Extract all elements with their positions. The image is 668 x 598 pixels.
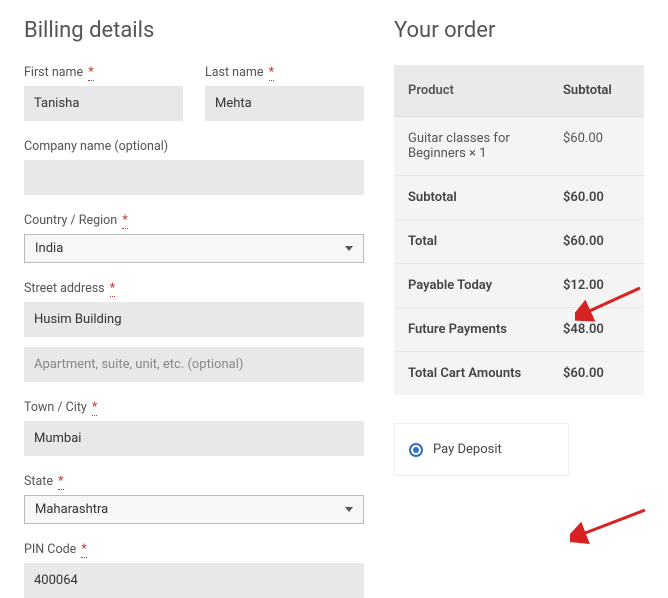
table-header: Product Subtotal: [394, 65, 644, 117]
city-label: Town / City *: [24, 400, 364, 415]
first-name-label: First name *: [24, 65, 183, 80]
chevron-down-icon: [345, 507, 353, 512]
order-table: Product Subtotal Guitar classes for Begi…: [394, 65, 644, 395]
street1-input[interactable]: [24, 302, 364, 337]
city-input[interactable]: [24, 421, 364, 456]
required-mark: *: [88, 65, 93, 81]
required-mark: *: [58, 474, 63, 490]
table-row: Total Cart Amounts $60.00: [394, 352, 644, 395]
billing-title: Billing details: [24, 18, 364, 43]
order-section: Your order Product Subtotal Guitar class…: [394, 18, 644, 598]
state-select[interactable]: Maharashtra: [24, 495, 364, 524]
state-value: Maharashtra: [35, 502, 108, 517]
required-mark: *: [269, 65, 274, 81]
th-product: Product: [394, 65, 549, 116]
future-value: $48.00: [549, 308, 644, 351]
country-select[interactable]: India: [24, 234, 364, 263]
company-label: Company name (optional): [24, 139, 364, 154]
table-row-payable: Payable Today $12.00: [394, 264, 644, 308]
required-mark: *: [122, 213, 127, 229]
total-value: $60.00: [549, 220, 644, 263]
table-row: Guitar classes for Beginners × 1 $60.00: [394, 117, 644, 176]
table-row: Subtotal $60.00: [394, 176, 644, 220]
cart-value: $60.00: [549, 352, 644, 395]
country-label: Country / Region *: [24, 213, 364, 228]
pin-label: PIN Code *: [24, 542, 364, 557]
payable-value: $12.00: [549, 264, 644, 307]
required-mark: *: [110, 281, 115, 297]
last-name-label: Last name *: [205, 65, 364, 80]
table-row: Total $60.00: [394, 220, 644, 264]
pin-input[interactable]: [24, 563, 364, 598]
street2-input[interactable]: [24, 347, 364, 382]
first-name-input[interactable]: [24, 86, 183, 121]
required-mark: *: [92, 400, 97, 416]
total-label: Total: [394, 220, 549, 263]
country-value: India: [35, 241, 63, 256]
order-title: Your order: [394, 18, 644, 43]
radio-icon: [409, 443, 423, 457]
pay-deposit-label: Pay Deposit: [433, 442, 502, 457]
payable-label: Payable Today: [394, 264, 549, 307]
subtotal-label: Subtotal: [394, 176, 549, 219]
last-name-input[interactable]: [205, 86, 364, 121]
company-input[interactable]: [24, 160, 364, 195]
required-mark: *: [81, 542, 86, 558]
item-name: Guitar classes for Beginners × 1: [394, 117, 549, 175]
th-subtotal: Subtotal: [549, 65, 644, 116]
future-label: Future Payments: [394, 308, 549, 351]
billing-section: Billing details First name * Last name *…: [24, 18, 364, 598]
chevron-down-icon: [345, 246, 353, 251]
table-row: Future Payments $48.00: [394, 308, 644, 352]
pay-deposit-option[interactable]: Pay Deposit: [394, 423, 569, 476]
cart-label: Total Cart Amounts: [394, 352, 549, 395]
street-label: Street address *: [24, 281, 364, 296]
state-label: State *: [24, 474, 364, 489]
subtotal-value: $60.00: [549, 176, 644, 219]
item-price: $60.00: [549, 117, 644, 160]
